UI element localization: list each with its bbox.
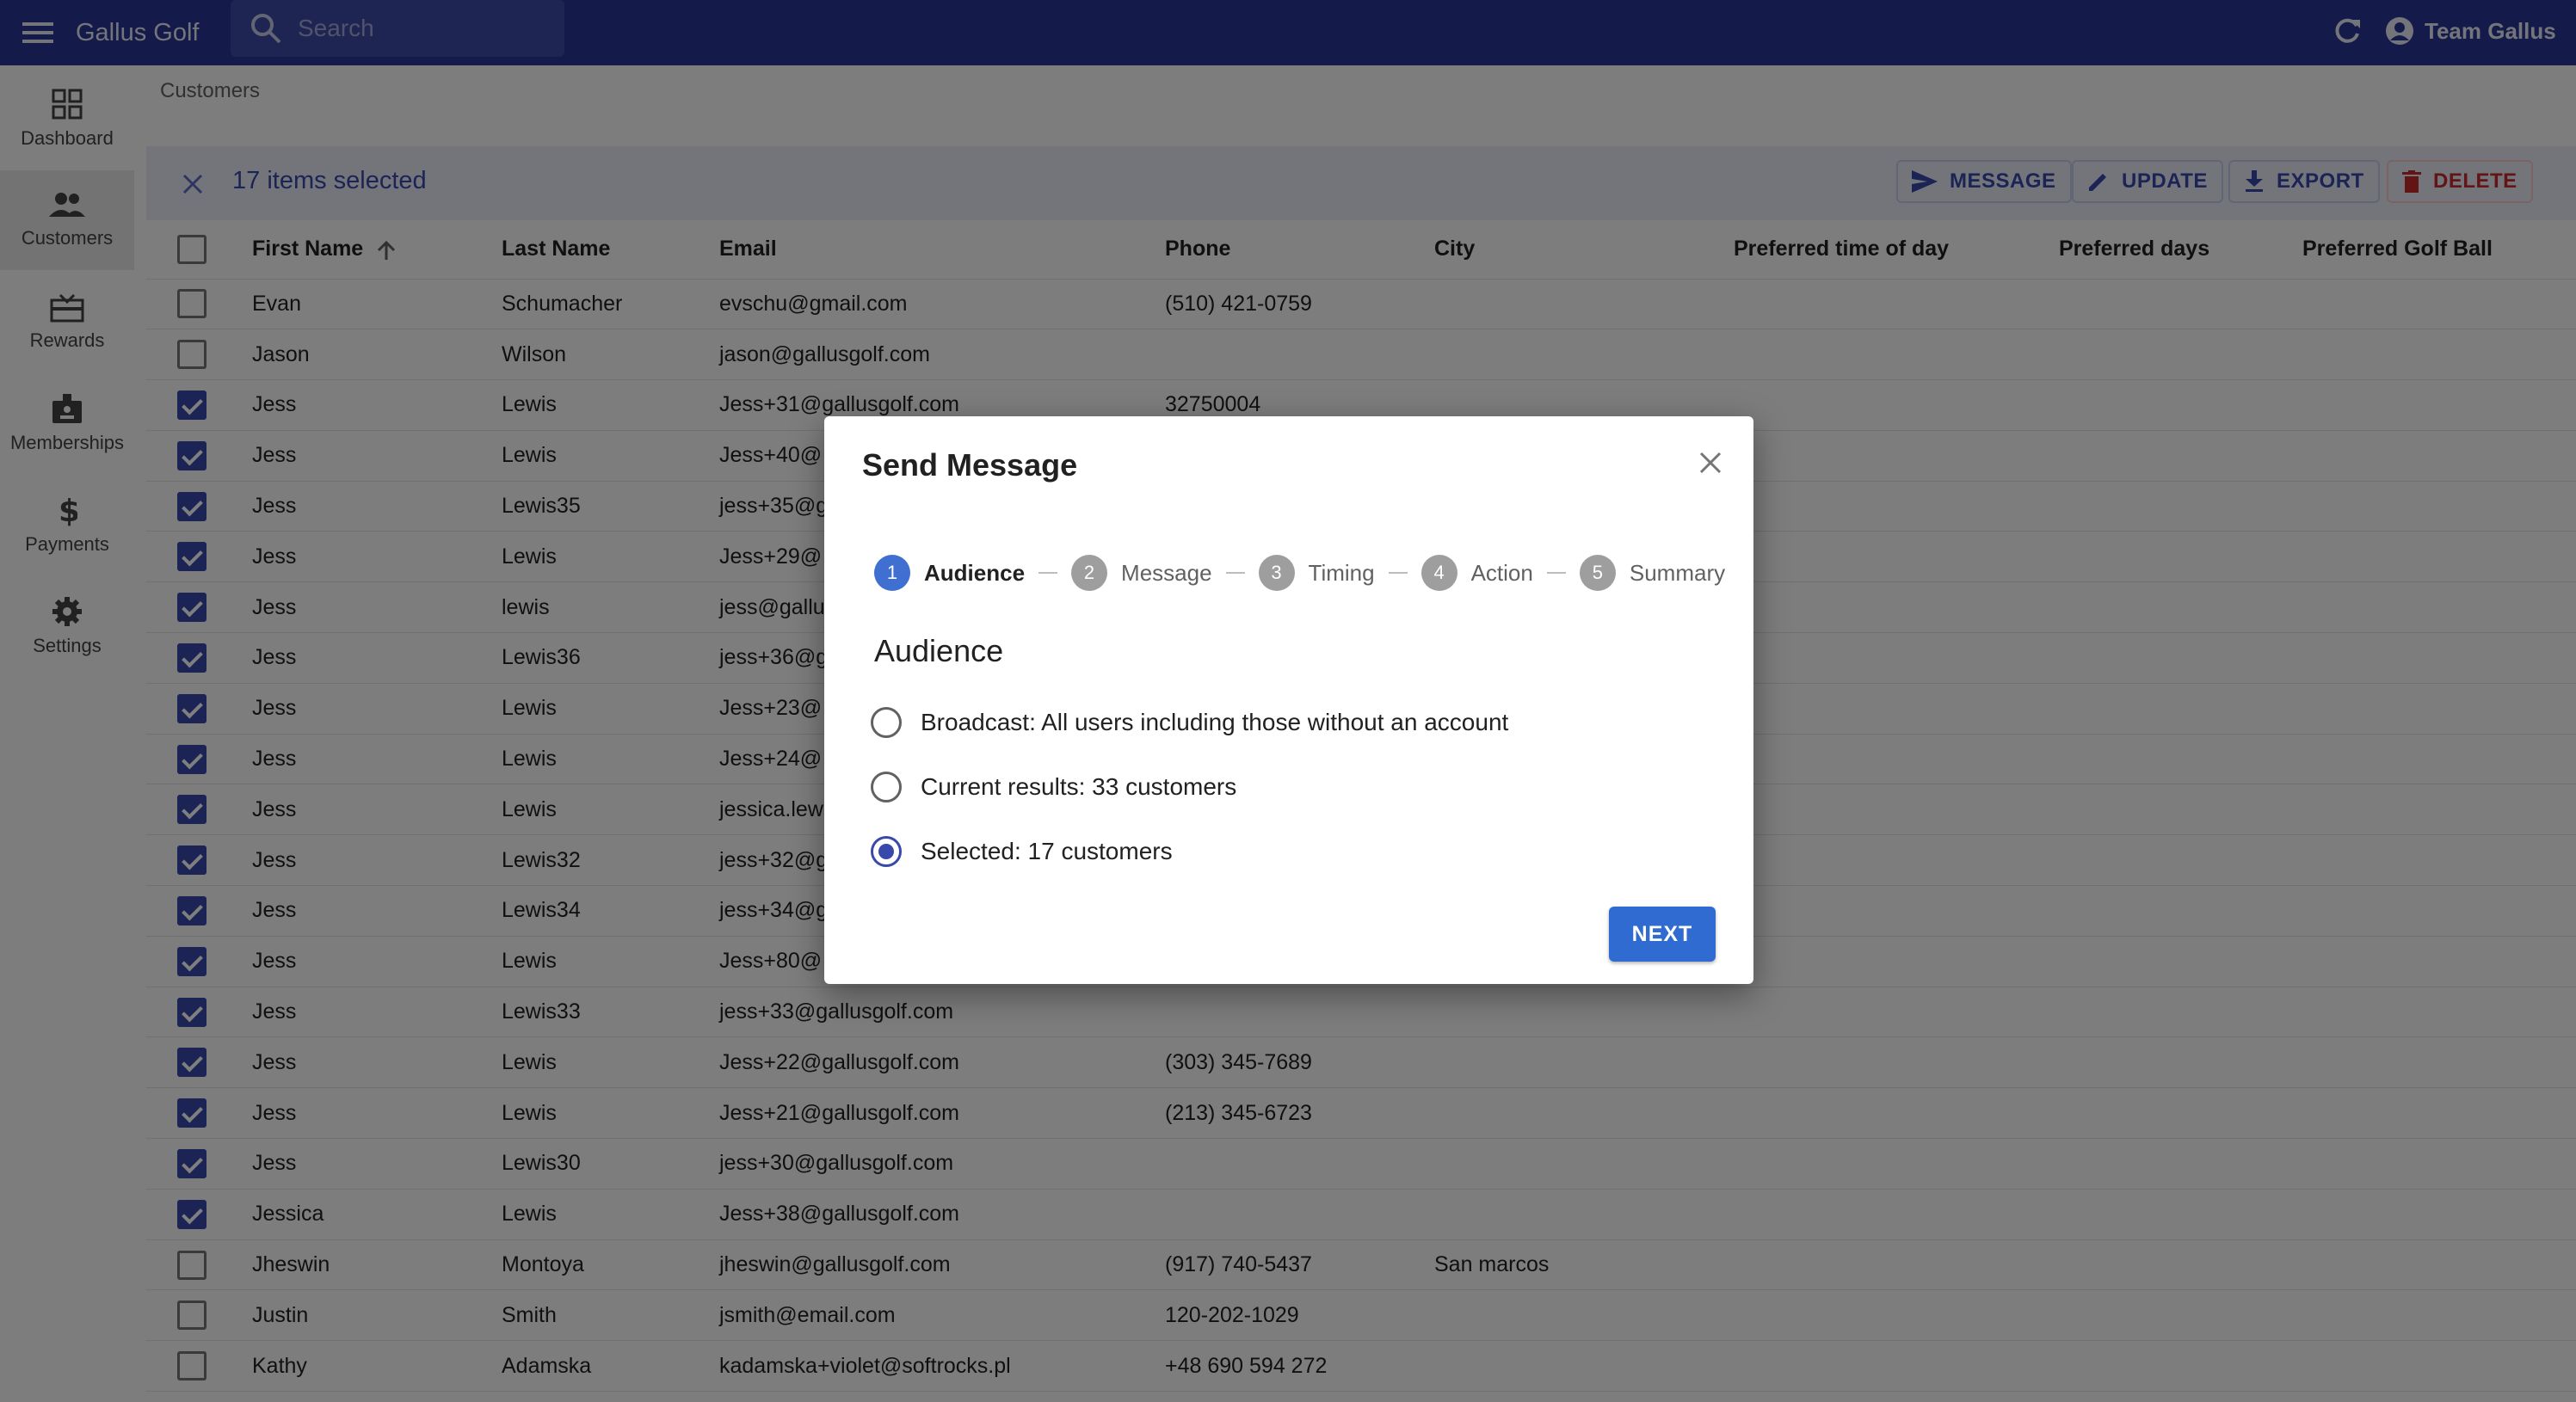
step-label: Action — [1470, 559, 1533, 586]
dialog-close-button[interactable] — [1690, 442, 1731, 483]
step-action: 4 Action — [1420, 555, 1533, 591]
radio-label[interactable]: Selected: 17 customers — [921, 838, 1173, 865]
next-button[interactable]: NEXT — [1609, 907, 1716, 962]
audience-option-broadcast[interactable]: Broadcast: All users including those wit… — [871, 704, 1508, 741]
audience-option-selected[interactable]: Selected: 17 customers — [871, 833, 1173, 870]
radio-button-selected[interactable] — [871, 836, 902, 867]
step-connector — [1038, 572, 1058, 574]
stepper: 1 Audience 2 Message 3 Timing 4 Action 5… — [874, 554, 1725, 592]
step-audience: 1 Audience — [874, 555, 1025, 591]
step-number: 2 — [1071, 555, 1108, 591]
step-label: Timing — [1308, 559, 1375, 586]
dialog-title: Send Message — [862, 447, 1078, 483]
close-icon — [1699, 452, 1722, 474]
radio-button[interactable] — [871, 772, 902, 802]
radio-label[interactable]: Current results: 33 customers — [921, 773, 1236, 801]
step-label: Audience — [924, 559, 1026, 586]
step-label: Summary — [1629, 559, 1726, 586]
step-number: 3 — [1258, 555, 1295, 591]
audience-option-current-results[interactable]: Current results: 33 customers — [871, 768, 1236, 806]
step-summary: 5 Summary — [1579, 555, 1726, 591]
step-connector — [1225, 572, 1245, 574]
send-message-dialog: Send Message 1 Audience 2 Message 3 Timi… — [824, 416, 1753, 984]
step-number: 4 — [1420, 555, 1457, 591]
radio-label[interactable]: Broadcast: All users including those wit… — [921, 709, 1508, 736]
step-number: 1 — [874, 555, 910, 591]
radio-button[interactable] — [871, 707, 902, 738]
section-title: Audience — [874, 633, 1004, 668]
step-label: Message — [1121, 559, 1212, 586]
step-number: 5 — [1579, 555, 1616, 591]
step-connector — [1546, 572, 1566, 574]
step-timing: 3 Timing — [1258, 555, 1375, 591]
step-connector — [1388, 572, 1408, 574]
step-message: 2 Message — [1071, 555, 1212, 591]
